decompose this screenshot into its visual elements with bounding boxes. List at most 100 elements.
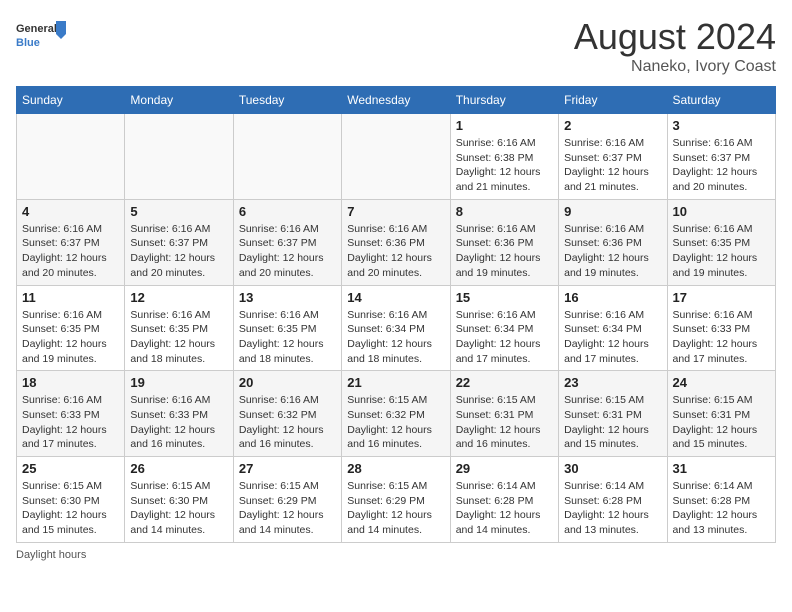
calendar-cell: 19 Sunrise: 6:16 AM Sunset: 6:33 PM Dayli… <box>125 371 233 457</box>
day-number: 12 <box>130 290 227 305</box>
day-info: Sunrise: 6:15 AM Sunset: 6:32 PM Dayligh… <box>347 393 444 452</box>
day-info: Sunrise: 6:16 AM Sunset: 6:33 PM Dayligh… <box>22 393 119 452</box>
title-block: August 2024 Naneko, Ivory Coast <box>574 16 776 76</box>
day-info: Sunrise: 6:14 AM Sunset: 6:28 PM Dayligh… <box>673 479 770 538</box>
calendar-cell: 2Sunrise: 6:16 AM Sunset: 6:37 PM Daylig… <box>559 114 667 200</box>
calendar-cell: 1 Sunrise: 6:16 AM Sunset: 6:38 PM Daylig… <box>450 114 558 200</box>
weekday-header-wednesday: Wednesday <box>342 87 450 114</box>
calendar-cell: 9 Sunrise: 6:16 AM Sunset: 6:36 PM Daylig… <box>559 199 667 285</box>
day-info: Sunrise: 6:15 AM Sunset: 6:31 PM Dayligh… <box>456 393 553 452</box>
page-header: General Blue August 2024 Naneko, Ivory C… <box>16 16 776 76</box>
day-number: 31 <box>673 461 770 476</box>
day-info: Sunrise: 6:16 AM Sunset: 6:34 PM Dayligh… <box>456 308 553 367</box>
day-info: Sunrise: 6:16 AM Sunset: 6:37 PM Dayligh… <box>673 136 770 195</box>
day-info: Sunrise: 6:16 AM Sunset: 6:34 PM Dayligh… <box>347 308 444 367</box>
day-info: Sunrise: 6:16 AM Sunset: 6:37 PM Dayligh… <box>564 136 661 195</box>
day-info: Sunrise: 6:16 AM Sunset: 6:36 PM Dayligh… <box>564 222 661 281</box>
calendar-table: SundayMondayTuesdayWednesdayThursdayFrid… <box>16 86 776 543</box>
calendar-cell: 28Sunrise: 6:15 AM Sunset: 6:29 PM Dayli… <box>342 457 450 543</box>
day-number: 6 <box>239 204 336 219</box>
calendar-cell: 12Sunrise: 6:16 AM Sunset: 6:35 PM Dayli… <box>125 285 233 371</box>
weekday-header-sunday: Sunday <box>17 87 125 114</box>
day-number: 28 <box>347 461 444 476</box>
day-info: Sunrise: 6:16 AM Sunset: 6:35 PM Dayligh… <box>239 308 336 367</box>
calendar-cell: 27 Sunrise: 6:15 AM Sunset: 6:29 PM Dayli… <box>233 457 341 543</box>
day-number: 11 <box>22 290 119 305</box>
day-info: Sunrise: 6:16 AM Sunset: 6:37 PM Dayligh… <box>239 222 336 281</box>
calendar-cell: 18 Sunrise: 6:16 AM Sunset: 6:33 PM Dayli… <box>17 371 125 457</box>
calendar-cell: 13 Sunrise: 6:16 AM Sunset: 6:35 PM Dayli… <box>233 285 341 371</box>
day-info: Sunrise: 6:15 AM Sunset: 6:29 PM Dayligh… <box>239 479 336 538</box>
month-year-title: August 2024 <box>574 16 776 58</box>
day-number: 8 <box>456 204 553 219</box>
calendar-cell: 15 Sunrise: 6:16 AM Sunset: 6:34 PM Dayli… <box>450 285 558 371</box>
day-number: 3 <box>673 118 770 133</box>
calendar-cell: 30 Sunrise: 6:14 AM Sunset: 6:28 PM Dayli… <box>559 457 667 543</box>
calendar-cell: 21 Sunrise: 6:15 AM Sunset: 6:32 PM Dayli… <box>342 371 450 457</box>
day-info: Sunrise: 6:15 AM Sunset: 6:30 PM Dayligh… <box>130 479 227 538</box>
day-info: Sunrise: 6:16 AM Sunset: 6:33 PM Dayligh… <box>130 393 227 452</box>
calendar-cell: 26Sunrise: 6:15 AM Sunset: 6:30 PM Dayli… <box>125 457 233 543</box>
calendar-cell: 4Sunrise: 6:16 AM Sunset: 6:37 PM Daylig… <box>17 199 125 285</box>
calendar-cell: 24 Sunrise: 6:15 AM Sunset: 6:31 PM Dayli… <box>667 371 775 457</box>
calendar-cell: 16 Sunrise: 6:16 AM Sunset: 6:34 PM Dayli… <box>559 285 667 371</box>
day-info: Sunrise: 6:15 AM Sunset: 6:30 PM Dayligh… <box>22 479 119 538</box>
calendar-cell: 6 Sunrise: 6:16 AM Sunset: 6:37 PM Daylig… <box>233 199 341 285</box>
calendar-week-3: 11 Sunrise: 6:16 AM Sunset: 6:35 PM Dayli… <box>17 285 776 371</box>
day-info: Sunrise: 6:15 AM Sunset: 6:31 PM Dayligh… <box>564 393 661 452</box>
calendar-cell: 11 Sunrise: 6:16 AM Sunset: 6:35 PM Dayli… <box>17 285 125 371</box>
day-info: Sunrise: 6:16 AM Sunset: 6:34 PM Dayligh… <box>564 308 661 367</box>
day-number: 17 <box>673 290 770 305</box>
day-number: 7 <box>347 204 444 219</box>
calendar-week-1: 1 Sunrise: 6:16 AM Sunset: 6:38 PM Daylig… <box>17 114 776 200</box>
calendar-cell: 23 Sunrise: 6:15 AM Sunset: 6:31 PM Dayli… <box>559 371 667 457</box>
weekday-header-tuesday: Tuesday <box>233 87 341 114</box>
calendar-cell: 8 Sunrise: 6:16 AM Sunset: 6:36 PM Daylig… <box>450 199 558 285</box>
day-number: 13 <box>239 290 336 305</box>
weekday-header-friday: Friday <box>559 87 667 114</box>
day-number: 5 <box>130 204 227 219</box>
day-number: 23 <box>564 375 661 390</box>
footer-label: Daylight hours <box>16 549 776 561</box>
calendar-week-5: 25Sunrise: 6:15 AM Sunset: 6:30 PM Dayli… <box>17 457 776 543</box>
day-number: 15 <box>456 290 553 305</box>
day-info: Sunrise: 6:16 AM Sunset: 6:36 PM Dayligh… <box>456 222 553 281</box>
weekday-header-saturday: Saturday <box>667 87 775 114</box>
day-number: 27 <box>239 461 336 476</box>
day-info: Sunrise: 6:16 AM Sunset: 6:38 PM Dayligh… <box>456 136 553 195</box>
location-subtitle: Naneko, Ivory Coast <box>574 58 776 76</box>
day-number: 24 <box>673 375 770 390</box>
day-number: 9 <box>564 204 661 219</box>
calendar-cell: 22Sunrise: 6:15 AM Sunset: 6:31 PM Dayli… <box>450 371 558 457</box>
day-number: 1 <box>456 118 553 133</box>
day-number: 14 <box>347 290 444 305</box>
logo: General Blue <box>16 16 66 56</box>
calendar-cell: 3 Sunrise: 6:16 AM Sunset: 6:37 PM Daylig… <box>667 114 775 200</box>
day-info: Sunrise: 6:14 AM Sunset: 6:28 PM Dayligh… <box>564 479 661 538</box>
weekday-header-monday: Monday <box>125 87 233 114</box>
day-number: 19 <box>130 375 227 390</box>
day-number: 30 <box>564 461 661 476</box>
calendar-cell: 14 Sunrise: 6:16 AM Sunset: 6:34 PM Dayli… <box>342 285 450 371</box>
calendar-cell: 29Sunrise: 6:14 AM Sunset: 6:28 PM Dayli… <box>450 457 558 543</box>
calendar-cell <box>125 114 233 200</box>
day-number: 10 <box>673 204 770 219</box>
day-info: Sunrise: 6:16 AM Sunset: 6:35 PM Dayligh… <box>673 222 770 281</box>
day-number: 18 <box>22 375 119 390</box>
day-number: 16 <box>564 290 661 305</box>
day-info: Sunrise: 6:16 AM Sunset: 6:37 PM Dayligh… <box>130 222 227 281</box>
day-info: Sunrise: 6:15 AM Sunset: 6:31 PM Dayligh… <box>673 393 770 452</box>
calendar-cell <box>342 114 450 200</box>
calendar-week-2: 4Sunrise: 6:16 AM Sunset: 6:37 PM Daylig… <box>17 199 776 285</box>
day-info: Sunrise: 6:16 AM Sunset: 6:32 PM Dayligh… <box>239 393 336 452</box>
day-info: Sunrise: 6:16 AM Sunset: 6:33 PM Dayligh… <box>673 308 770 367</box>
day-number: 21 <box>347 375 444 390</box>
calendar-cell: 17 Sunrise: 6:16 AM Sunset: 6:33 PM Dayli… <box>667 285 775 371</box>
svg-text:Blue: Blue <box>16 37 40 49</box>
day-number: 20 <box>239 375 336 390</box>
calendar-cell: 31 Sunrise: 6:14 AM Sunset: 6:28 PM Dayli… <box>667 457 775 543</box>
day-info: Sunrise: 6:16 AM Sunset: 6:35 PM Dayligh… <box>22 308 119 367</box>
weekday-header-thursday: Thursday <box>450 87 558 114</box>
day-info: Sunrise: 6:16 AM Sunset: 6:37 PM Dayligh… <box>22 222 119 281</box>
weekday-header-row: SundayMondayTuesdayWednesdayThursdayFrid… <box>17 87 776 114</box>
